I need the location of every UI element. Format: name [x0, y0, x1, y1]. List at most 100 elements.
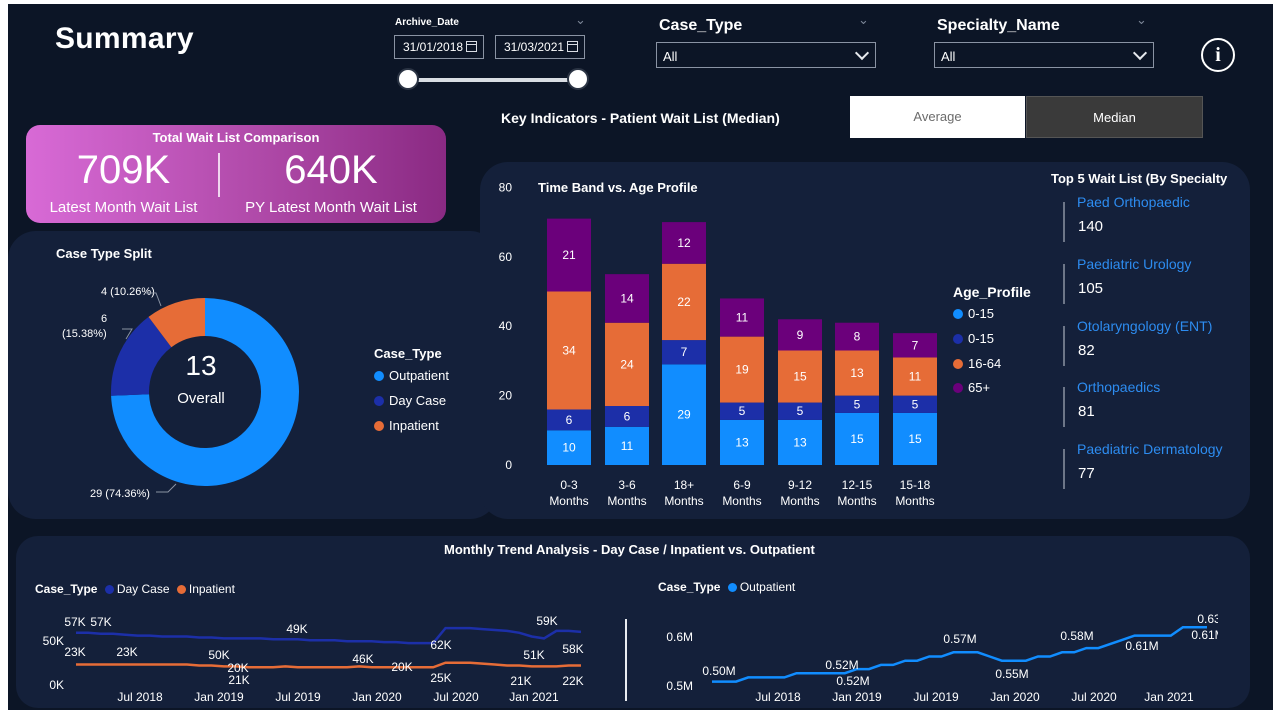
- bar-data-label: 7: [912, 338, 919, 352]
- specialty-accent-bar: [1063, 202, 1065, 242]
- bar-data-label: 13: [850, 366, 864, 380]
- x-tick-label: Jul 2018: [117, 690, 163, 704]
- specialty-filter-label: Specialty_Name: [937, 17, 1060, 34]
- trend-data-label: 51K: [523, 648, 544, 662]
- donut-label-inpatient: 4 (10.26%): [101, 286, 155, 298]
- bar-data-label: 12: [677, 236, 691, 250]
- x-tick-label: Jan 2021: [1144, 690, 1194, 704]
- wait-list-comparison-card: Total Wait List Comparison 709K Latest M…: [26, 125, 446, 223]
- x-tick-label: Months: [895, 494, 934, 508]
- donut-label-daycase-pct: (15.38%): [62, 328, 107, 340]
- legend-item-inpatient[interactable]: Inpatient: [374, 418, 439, 433]
- day-case-inpatient-trend-chart: 50K 0K Jul 2018 Jan 2019 Jul 2019 Jan 2020 Jul…: [43, 614, 584, 704]
- latest-month-value: 709K: [76, 148, 171, 192]
- x-tick-label: Months: [780, 494, 819, 508]
- specialty-name: Paed Orthopaedic: [1077, 194, 1190, 210]
- trend-left-legend: Case_Type Day Case Inpatient: [35, 582, 235, 596]
- bar-data-label: 11: [909, 370, 922, 384]
- case-type-selected: All: [663, 49, 678, 64]
- legend-dot: [953, 334, 963, 344]
- bar-data-label: 22: [677, 295, 691, 309]
- trend-data-label: 49K: [286, 622, 307, 636]
- x-tick-label: 0-3: [560, 478, 578, 492]
- date-slider-start-handle[interactable]: [397, 68, 419, 90]
- chevron-down-icon[interactable]: [1132, 45, 1148, 61]
- trend-data-label: 62K: [430, 638, 451, 652]
- bar-data-label: 24: [620, 357, 634, 371]
- legend-label: 16-64: [968, 356, 1002, 371]
- specialty-chevron-icon[interactable]: ⌄: [1136, 12, 1147, 28]
- trend-data-label: 21K: [510, 674, 531, 688]
- legend-dot: [176, 585, 186, 594]
- x-tick-label: Jan 2021: [509, 690, 559, 704]
- specialty-accent-bar: [1063, 264, 1065, 304]
- legend-label-inpatient[interactable]: Inpatient: [189, 582, 235, 596]
- bar-data-label: 6: [624, 409, 631, 423]
- bar-data-label: 15: [793, 370, 807, 384]
- trend-data-label: 0.52M: [836, 674, 869, 688]
- date-slider-end-handle[interactable]: [567, 68, 589, 90]
- trend-data-label: 21K: [228, 673, 249, 687]
- x-tick-label: Months: [837, 494, 876, 508]
- py-latest-month-value: 640K: [284, 148, 378, 192]
- specialty-accent-bar: [1063, 326, 1065, 366]
- median-toggle-button[interactable]: Median: [1026, 96, 1203, 138]
- trend-line-day-case[interactable]: [76, 626, 582, 645]
- bar-data-label: 21: [562, 248, 576, 262]
- legend-label-day-case[interactable]: Day Case: [117, 582, 170, 596]
- case-type-chevron-icon[interactable]: ⌄: [858, 12, 869, 28]
- specialty-value: 82: [1078, 342, 1095, 359]
- x-tick-label: Jul 2019: [913, 690, 959, 704]
- bar-data-label: 13: [735, 435, 749, 449]
- trend-data-label: 0.61M: [1125, 639, 1158, 653]
- chevron-down-icon[interactable]: [854, 45, 870, 61]
- page-title: Summary: [55, 22, 194, 55]
- bar-data-label: 5: [739, 404, 746, 418]
- trend-data-label: 22K: [562, 674, 583, 688]
- y-tick-label: 50K: [43, 634, 64, 648]
- x-tick-label: Jul 2018: [755, 690, 801, 704]
- calendar-icon[interactable]: [567, 41, 578, 52]
- key-indicators-title: Key Indicators - Patient Wait List (Medi…: [501, 110, 780, 126]
- trend-data-label: 25K: [430, 671, 451, 685]
- specialty-name: Otolaryngology (ENT): [1077, 318, 1213, 334]
- bar-data-label: 14: [620, 291, 634, 305]
- trend-data-label: 0.52M: [825, 658, 858, 672]
- info-icon[interactable]: i: [1201, 38, 1235, 72]
- y-tick-label: 40: [499, 319, 513, 333]
- trend-data-label: 0.61M: [1191, 628, 1218, 642]
- x-tick-label: 9-12: [788, 478, 812, 492]
- archive-date-label: Archive_Date: [395, 17, 459, 28]
- trend-data-label: 0.63M: [1197, 612, 1218, 626]
- legend-item-0-15[interactable]: 0-15: [953, 306, 994, 321]
- legend-label: 65+: [968, 380, 991, 395]
- specialty-dropdown[interactable]: All: [934, 42, 1154, 68]
- legend-item-0-15-b[interactable]: 0-15: [953, 331, 994, 346]
- legend-title: Case_Type: [658, 580, 721, 594]
- specialty-selected: All: [941, 49, 956, 64]
- trend-data-label: 59K: [536, 614, 557, 628]
- bar-data-label: 11: [736, 311, 749, 325]
- calendar-icon[interactable]: [466, 41, 477, 52]
- legend-label: Inpatient: [389, 418, 439, 433]
- legend-dot: [374, 371, 384, 381]
- average-toggle-button[interactable]: Average: [850, 96, 1025, 138]
- date-range-slider-track[interactable]: [408, 78, 579, 82]
- y-tick-label: 0K: [49, 678, 64, 692]
- donut-center-label: Overall: [177, 390, 225, 407]
- legend-item-16-64[interactable]: 16-64: [953, 356, 1001, 371]
- end-date-input[interactable]: 31/03/2021: [495, 35, 585, 59]
- legend-label-outpatient[interactable]: Outpatient: [740, 580, 795, 594]
- start-date-input[interactable]: 31/01/2018: [394, 35, 484, 59]
- legend-item-65-plus[interactable]: 65+: [953, 380, 990, 395]
- trend-line-inpatient[interactable]: [76, 661, 581, 669]
- case-type-dropdown[interactable]: All: [656, 42, 876, 68]
- donut-label-daycase-count: 6: [101, 313, 107, 325]
- specialty-accent-bar: [1063, 449, 1065, 489]
- legend-item-day-case[interactable]: Day Case: [374, 393, 446, 408]
- x-tick-label: Months: [722, 494, 761, 508]
- x-tick-label: Jan 2019: [194, 690, 244, 704]
- legend-item-outpatient[interactable]: Outpatient: [374, 368, 449, 383]
- donut-legend-title: Case_Type: [374, 346, 442, 361]
- archive-date-chevron-icon[interactable]: ⌄: [575, 12, 586, 28]
